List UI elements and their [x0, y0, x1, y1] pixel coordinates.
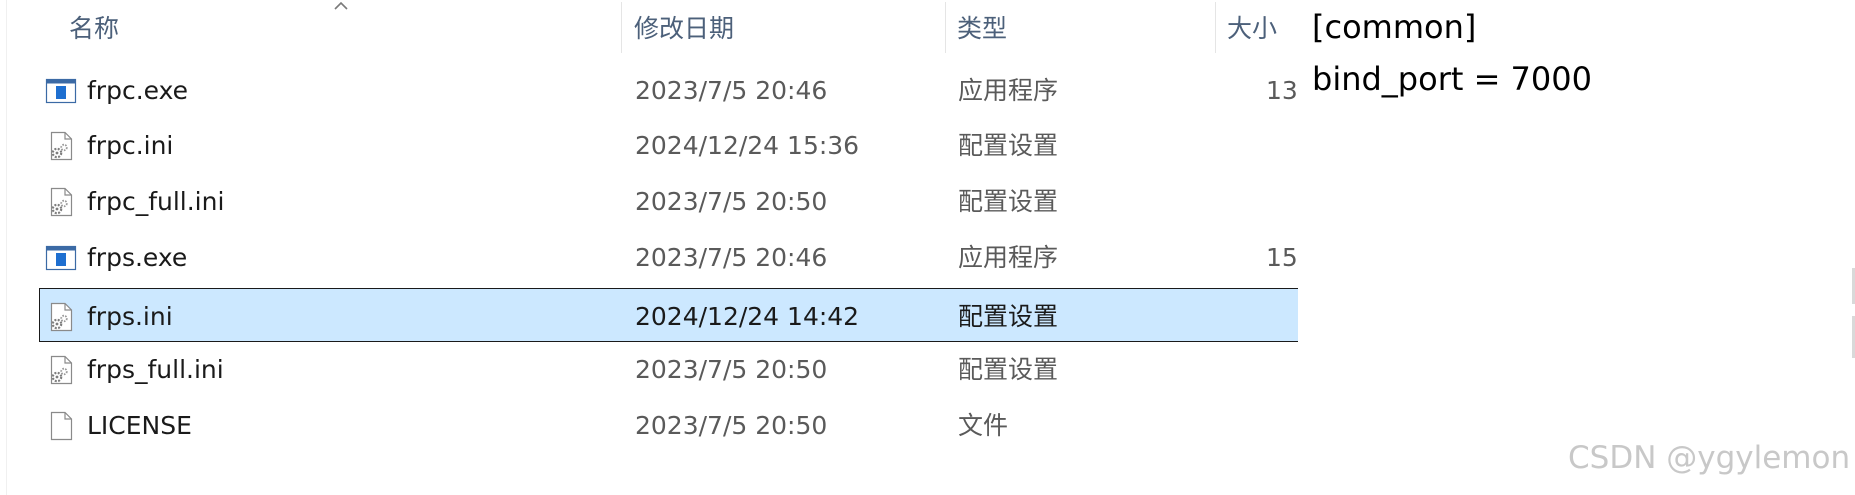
file-modified-date: 2023/7/5 20:50 [635, 355, 828, 384]
file-modified-date: 2023/7/5 20:50 [635, 411, 828, 440]
file-type: 配置设置 [958, 302, 1059, 331]
file-type: 应用程序 [958, 76, 1059, 105]
file-name: frps.ini [87, 302, 173, 331]
file-row[interactable]: frps.exe 2023/7/5 20:46 应用程序 15, [39, 229, 1298, 283]
column-divider[interactable] [1215, 2, 1216, 53]
exe-icon [45, 242, 77, 274]
pane-border [6, 0, 7, 495]
file-name: frps.exe [87, 243, 188, 272]
file-name: frpc.ini [87, 131, 174, 160]
file-modified-date: 2023/7/5 20:46 [635, 76, 828, 105]
file-type: 配置设置 [958, 355, 1059, 384]
ini-file-icon [45, 301, 77, 333]
file-row[interactable]: frps.ini 2024/12/24 14:42 配置设置 [39, 288, 1298, 342]
file-row[interactable]: frpc.ini 2024/12/24 15:36 配置设置 [39, 117, 1298, 171]
file-name: frpc_full.ini [87, 187, 225, 216]
file-name: LICENSE [87, 411, 192, 440]
file-row[interactable]: frpc.exe 2023/7/5 20:46 应用程序 13, [39, 62, 1298, 116]
file-type: 配置设置 [958, 131, 1059, 160]
file-modified-date: 2023/7/5 20:50 [635, 187, 828, 216]
screen: 名称 修改日期 类型 大小 frpc.exe 2023/7/5 20:46 应用程序… [0, 0, 1855, 495]
sort-ascending-icon[interactable] [332, 0, 350, 12]
watermark: CSDN @ygylemon [1568, 440, 1851, 476]
file-modified-date: 2024/12/24 14:42 [635, 302, 860, 331]
column-divider[interactable] [621, 2, 622, 53]
file-row[interactable]: frpc_full.ini 2023/7/5 20:50 配置设置 [39, 173, 1298, 227]
column-header-bar: 名称 修改日期 类型 大小 [0, 0, 1298, 55]
file-name: frps_full.ini [87, 355, 224, 384]
file-modified-date: 2024/12/24 15:36 [635, 131, 860, 160]
ini-file-icon [45, 130, 77, 162]
exe-icon [45, 75, 77, 107]
file-modified-date: 2023/7/5 20:46 [635, 243, 828, 272]
column-header-name[interactable]: 名称 [69, 0, 119, 55]
preview-pane: [common] bind_port = 7000 [1298, 0, 1855, 495]
file-list-pane: 名称 修改日期 类型 大小 frpc.exe 2023/7/5 20:46 应用程序… [0, 0, 1298, 495]
file-type: 配置设置 [958, 187, 1059, 216]
file-row[interactable]: frps_full.ini 2023/7/5 20:50 配置设置 [39, 341, 1298, 395]
file-name: frpc.exe [87, 76, 188, 105]
column-header-type[interactable]: 类型 [957, 0, 1007, 55]
blank-file-icon [45, 410, 77, 442]
file-size: 13, [1266, 76, 1298, 105]
column-header-date[interactable]: 修改日期 [634, 0, 734, 55]
file-type: 应用程序 [958, 243, 1059, 272]
file-row[interactable]: LICENSE 2023/7/5 20:50 文件 [39, 397, 1298, 451]
column-header-size[interactable]: 大小 [1227, 0, 1277, 55]
ini-file-icon [45, 354, 77, 386]
file-type: 文件 [958, 411, 1009, 440]
preview-line: bind_port = 7000 [1312, 60, 1592, 98]
file-size: 15, [1266, 243, 1298, 272]
ini-file-icon [45, 186, 77, 218]
preview-line: [common] [1312, 8, 1477, 46]
column-divider[interactable] [945, 2, 946, 53]
